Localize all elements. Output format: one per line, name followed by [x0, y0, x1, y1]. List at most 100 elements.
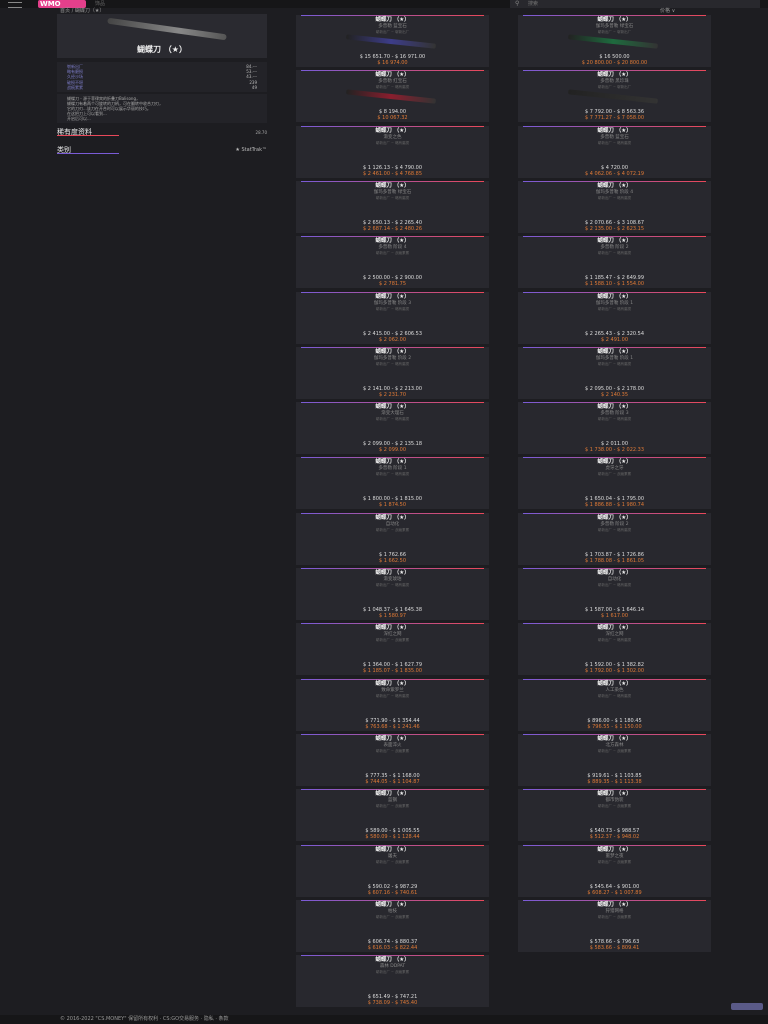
- product-card[interactable]: 蝴蝶刀 （★） 深红之网 崭新出厂 ~ 战痕累累 $ 1 364.00 - $ 1 6…: [296, 623, 489, 676]
- knife-image: [345, 34, 437, 49]
- card-title: 蝴蝶刀 （★）: [597, 514, 632, 521]
- product-card[interactable]: 蝴蝶刀 （★） 伽玛多普勒 阶段 3 崭新出厂 ~ 略有磨损 $ 2 415.00 -…: [296, 291, 489, 344]
- card-price-alt: $ 763.68 - $ 1 241.46: [365, 723, 420, 730]
- product-card[interactable]: 蝴蝶刀 （★） 都市伪装 崭新出厂 ~ 战痕累累 $ 540.73 - $ 988.5…: [518, 789, 711, 842]
- product-card[interactable]: 蝴蝶刀 （★） 伽玛多普勒 阶段 1 崭新出厂 ~ 略有磨损 $ 2 095.00 -…: [518, 346, 711, 399]
- card-price-alt: $ 2 687.14 - $ 2 480.26: [362, 225, 423, 232]
- search-icon: ⚲: [515, 0, 520, 7]
- product-card[interactable]: 蝴蝶刀 （★） 多普勒 红宝石 崭新出厂 ~ 略有磨损 $ 8 194.00 $ 10 …: [296, 70, 489, 123]
- product-card[interactable]: 蝴蝶刀 （★） 渐变之色 崭新出厂 ~ 略有磨损 $ 1 126.13 - $ 4 7…: [296, 125, 489, 178]
- product-card[interactable]: 蝴蝶刀 （★） 伽玛多普勒 阶段 2 崭新出厂 ~ 略有磨损 $ 2 141.00 -…: [296, 346, 489, 399]
- product-card[interactable]: 蝴蝶刀 （★） 深红之网 崭新出厂 ~ 略有磨损 $ 1 592.00 - $ 1 3…: [518, 623, 711, 676]
- product-card[interactable]: 蝴蝶刀 （★） 多普勒 阶段 4 崭新出厂 ~ 战痕累累 $ 2 500.00 - $…: [296, 236, 489, 289]
- card-title: 蝴蝶刀 （★）: [597, 182, 632, 189]
- product-card[interactable]: 蝴蝶刀 （★） 伽玛多普勒 绿宝石 崭新出厂 ~ 略有磨损 $ 2 650.13 - …: [296, 180, 489, 233]
- rarity-bar: [301, 844, 484, 846]
- card-price-alt: $ 1 662.50: [378, 557, 407, 564]
- card-price-alt: $ 2 135.00 - $ 2 623.15: [584, 225, 645, 232]
- product-card[interactable]: 蝴蝶刀 （★） 多普勒 阶段 1 崭新出厂 ~ 略有磨损 $ 1 800.00 - $…: [296, 457, 489, 510]
- product-card[interactable]: 蝴蝶刀 （★） 渐变大理石 崭新出厂 ~ 略有磨损 $ 2 099.00 - $ 2 …: [296, 402, 489, 455]
- card-wear: 崭新出厂 ~ 战痕累累: [375, 970, 410, 975]
- card-wear: 崭新出厂 ~ 崭新出厂: [597, 30, 632, 34]
- product-card[interactable]: 蝴蝶刀 （★） 北方森林 崭新出厂 ~ 战痕累累 $ 919.61 - $ 1 103…: [518, 733, 711, 786]
- card-price-alt: $ 1 738.00 - $ 2 022.33: [584, 447, 645, 454]
- product-card[interactable]: 蝴蝶刀 （★） 自动化 崭新出厂 ~ 战痕累累 $ 1 762.66 $ 1 662.5…: [296, 512, 489, 565]
- rarity-bar: [523, 402, 706, 404]
- card-wear: 崭新出厂 ~ 略有磨损: [375, 417, 410, 422]
- card-price-alt: $ 2 140.35: [600, 391, 629, 398]
- product-card[interactable]: 蝴蝶刀 （★） 伽玛多普勒 绿宝石 崭新出厂 ~ 崭新出厂 $ 16 500.00 $ …: [518, 15, 711, 67]
- product-card[interactable]: 蝴蝶刀 （★） 自动化 崭新出厂 ~ 略有磨损 $ 1 587.00 - $ 1 64…: [518, 568, 711, 620]
- card-wear: 崭新出厂 ~ 略有磨损: [375, 140, 410, 145]
- nav-link[interactable]: 饰品: [95, 0, 105, 8]
- card-title: 蝴蝶刀 （★）: [375, 901, 410, 908]
- description-line: 开启后可以...: [67, 116, 91, 122]
- rarity-bar: [301, 180, 484, 182]
- rarity-bar: [301, 678, 484, 680]
- search-input[interactable]: [528, 0, 748, 8]
- rarity-bar: [301, 15, 484, 16]
- product-card[interactable]: 蝴蝶刀 （★） 表面淬火 崭新出厂 ~ 战痕累累 $ 777.35 - $ 1 168…: [296, 733, 489, 786]
- card-title: 蝴蝶刀 （★）: [597, 680, 632, 687]
- product-card[interactable]: 蝴蝶刀 （★） 虎牙之牙 崭新出厂 ~ 战痕累累 $ 1 650.04 - $ 1 7…: [518, 457, 711, 510]
- product-card[interactable]: 蝴蝶刀 （★） 噩梦之夜 崭新出厂 ~ 战痕累累 $ 545.64 - $ 901.0…: [518, 844, 711, 897]
- product-card[interactable]: 蝴蝶刀 （★） 多普勒 阶段 3 崭新出厂 ~ 略有磨损 $ 2 011.00 $ 1 …: [518, 402, 711, 455]
- rarity-bar: [523, 733, 706, 735]
- product-card[interactable]: 蝴蝶刀 （★） 多普勒 黑珍珠 崭新出厂 ~ 崭新出厂 $ 7 792.00 - $ …: [518, 70, 711, 123]
- wear-value: 49: [251, 84, 257, 90]
- card-price-alt: $ 10 067.32: [377, 115, 408, 122]
- back-to-top-button[interactable]: [731, 1003, 763, 1010]
- product-card[interactable]: 蝴蝶刀 （★） 人工染色 崭新出厂 ~ 略有磨损 $ 896.00 - $ 1 180…: [518, 678, 711, 731]
- product-card[interactable]: 蝴蝶刀 （★） 多普勒 蓝宝石 崭新出厂 ~ 崭新出厂 $ 15 651.70 - $…: [296, 15, 489, 67]
- card-price-alt: $ 2 461.00 - $ 4 768.85: [362, 170, 423, 177]
- card-price-alt: $ 1 792.00 - $ 1 302.00: [584, 668, 645, 675]
- product-card[interactable]: 蝴蝶刀 （★） 森林 DDPAT 崭新出厂 ~ 战痕累累 $ 651.49 - $ 7…: [296, 955, 489, 1008]
- card-wear: 崭新出厂 ~ 战痕累累: [375, 804, 410, 809]
- wear-row: 战痕累累 49: [67, 85, 257, 90]
- card-wear: 崭新出厂 ~ 崭新出厂: [375, 30, 410, 34]
- card-wear: 崭新出厂 ~ 战痕累累: [375, 251, 410, 256]
- card-title: 蝴蝶刀 （★）: [597, 17, 632, 23]
- product-card[interactable]: 蝴蝶刀 （★） 多普勒 蓝宝石 崭新出厂 ~ 略有磨损 $ 4 720.00 $ 4 0…: [518, 125, 711, 178]
- product-card[interactable]: 蝴蝶刀 （★） 枯枝 崭新出厂 ~ 战痕累累 $ 606.74 - $ 880.37 $…: [296, 899, 489, 952]
- product-card[interactable]: 蝴蝶刀 （★） 多普勒 阶段 2 崭新出厂 ~ 略有磨损 $ 1 703.87 - $…: [518, 512, 711, 565]
- description: 蝴蝶刀 - 源于菲律宾的折叠刀Balisong， 蝴蝶刀有着两个可旋转的刀柄，可在…: [57, 94, 267, 124]
- product-card[interactable]: 蝴蝶刀 （★） 狩猎网格 崭新出厂 ~ 战痕累累 $ 578.66 - $ 796.6…: [518, 899, 711, 952]
- logo-text: WMO: [40, 0, 61, 8]
- product-card[interactable]: 蝴蝶刀 （★） 伽玛多普勒 阶段 4 崭新出厂 ~ 略有磨损 $ 2 070.66 -…: [518, 180, 711, 233]
- card-price-alt: $ 1 588.10 - $ 1 554.00: [584, 281, 645, 288]
- category-section: 类别 ★ StatTrak™: [57, 145, 267, 159]
- card-wear: 崭新出厂 ~ 略有磨损: [597, 306, 632, 311]
- knife-image: [567, 34, 659, 49]
- card-wear: 崭新出厂 ~ 战痕累累: [375, 638, 410, 643]
- rarity-bar: [523, 899, 706, 901]
- product-card[interactable]: 蝴蝶刀 （★） 伽玛多普勒 阶段 1 崭新出厂 ~ 略有磨损 $ 2 265.43 -…: [518, 291, 711, 344]
- product-card[interactable]: 蝴蝶刀 （★） 屠夫 崭新出厂 ~ 战痕累累 $ 590.02 - $ 987.29 $…: [296, 844, 489, 897]
- wear-label: 战痕累累: [67, 84, 83, 90]
- stattrak-toggle[interactable]: ★ StatTrak™: [235, 147, 267, 153]
- card-title: 蝴蝶刀 （★）: [597, 293, 632, 300]
- card-wear: 崭新出厂 ~ 战痕累累: [375, 527, 410, 532]
- card-title: 蝴蝶刀 （★）: [597, 348, 632, 355]
- product-card[interactable]: 蝴蝶刀 （★） 多普勒 阶段 2 崭新出厂 ~ 略有磨损 $ 1 185.47 - $…: [518, 236, 711, 289]
- product-card[interactable]: 蝴蝶刀 （★） 渐变琥珀 崭新出厂 ~ 略有磨损 $ 1 048.37 - $ 1 6…: [296, 568, 489, 620]
- card-price-alt: $ 2 231.70: [378, 391, 407, 398]
- card-title: 蝴蝶刀 （★）: [597, 127, 632, 134]
- knife-image: [567, 89, 659, 104]
- product-card[interactable]: 蝴蝶刀 （★） 蓝钢 崭新出厂 ~ 战痕累累 $ 589.00 - $ 1 005.5…: [296, 789, 489, 842]
- card-wear: 崭新出厂 ~ 战痕累累: [375, 859, 410, 864]
- rarity-bar: [301, 402, 484, 404]
- card-wear: 崭新出厂 ~ 略有磨损: [597, 195, 632, 200]
- rarity-bar: [301, 568, 484, 569]
- menu-icon[interactable]: [8, 2, 22, 8]
- card-wear: 崭新出厂 ~ 略有磨损: [375, 361, 410, 366]
- product-card[interactable]: 蝴蝶刀 （★） 致命紫罗兰 崭新出厂 ~ 略有磨损 $ 771.90 - $ 1 35…: [296, 678, 489, 731]
- sort-dropdown[interactable]: 价格 ∨: [660, 8, 675, 14]
- card-price-alt: $ 607.16 - $ 740.61: [367, 889, 418, 896]
- card-wear: 崭新出厂 ~ 略有磨损: [597, 638, 632, 643]
- card-title: 蝴蝶刀 （★）: [375, 293, 410, 300]
- card-wear: 崭新出厂 ~ 略有磨损: [375, 195, 410, 200]
- card-price-alt: $ 580.09 - $ 1 128.44: [365, 834, 420, 841]
- rarity-underline: [57, 135, 119, 137]
- card-title: 蝴蝶刀 （★）: [375, 514, 410, 521]
